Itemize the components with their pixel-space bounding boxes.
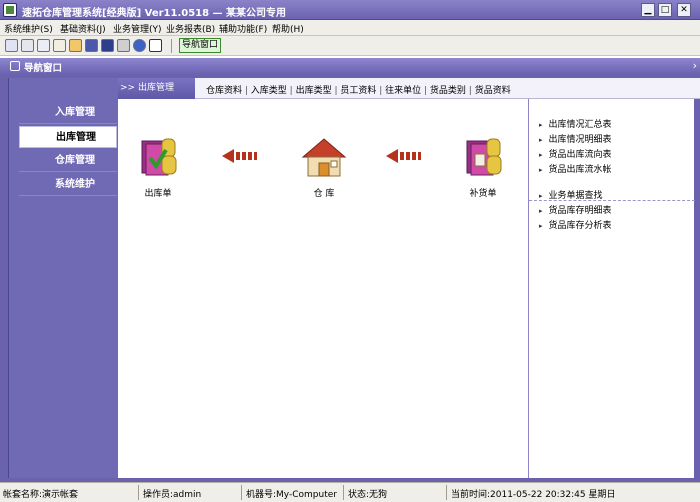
list-icon[interactable]	[21, 39, 34, 52]
outbound-document-icon	[141, 138, 177, 176]
status-separator	[343, 485, 344, 500]
nav-window-icon	[10, 61, 20, 71]
link-goods-data[interactable]: 货品资料	[475, 86, 511, 96]
copy-icon[interactable]	[37, 39, 50, 52]
flow-label-replenish: 补货单	[469, 189, 497, 199]
toolbar-separator	[171, 39, 172, 53]
menu-system-maintenance[interactable]: 系统维护(S)	[4, 22, 53, 35]
report-outbound-flow[interactable]: 货品出库流向表	[539, 147, 612, 160]
nav-window-header: 导航窗口 ›	[0, 58, 700, 74]
link-employee-data[interactable]: 员工资料	[340, 86, 376, 96]
help-icon[interactable]	[133, 39, 146, 52]
warehouse-icon	[301, 138, 347, 177]
status-separator	[241, 485, 242, 500]
sidebar-item-system[interactable]: 系统维护	[19, 174, 117, 196]
arrow-left-icon	[386, 149, 421, 163]
exit-icon[interactable]	[149, 39, 162, 52]
window-title: 速拓仓库管理系统[经典版] Ver11.0518 — 某某公司专用	[22, 8, 287, 19]
sidebar-item-outbound[interactable]: 出库管理	[19, 126, 117, 148]
maximize-button[interactable]: □	[658, 3, 672, 17]
navigation-window: 导航窗口 › 入库管理 出库管理 仓库管理 系统维护 >> 出库管理 仓库资料 …	[0, 58, 700, 482]
status-machine: 机器号:My-Computer	[246, 490, 337, 500]
report-outbound-detail[interactable]: 出库情况明细表	[539, 132, 612, 145]
save-icon[interactable]	[101, 39, 114, 52]
report-document-search[interactable]: 业务单据查找	[539, 188, 603, 201]
link-inbound-type[interactable]: 入库类型	[251, 86, 287, 96]
report-outbound-summary[interactable]: 出库情况汇总表	[539, 117, 612, 130]
report-panel: 出库情况汇总表 出库情况明细表 货品出库流向表 货品出库流水帐 业务单据查找 货…	[528, 78, 695, 478]
flow-node-warehouse[interactable]: 仓 库	[294, 136, 354, 199]
link-goods-category[interactable]: 货品类别	[430, 86, 466, 96]
arrow-left-icon	[222, 149, 257, 163]
menu-bar: 系统维护(S) 基础资料(J) 业务管理(Y) 业务报表(B) 辅助功能(F) …	[0, 20, 700, 36]
status-separator	[446, 485, 447, 500]
nav-window-title: 导航窗口	[24, 63, 63, 74]
flow-node-outbound[interactable]: 出库单	[128, 136, 188, 199]
app-icon	[3, 3, 17, 17]
document-icon[interactable]	[53, 39, 66, 52]
report-stock-analysis[interactable]: 货品库存分析表	[539, 218, 612, 231]
menu-help[interactable]: 帮助(H)	[272, 22, 304, 35]
title-bar: 速拓仓库管理系统[经典版] Ver11.0518 — 某某公司专用 ▁ □ ✕	[0, 0, 700, 20]
status-account: 帐套名称:演示帐套	[3, 490, 79, 500]
report-stock-detail[interactable]: 货品库存明细表	[539, 203, 612, 216]
nav-window-button[interactable]: 导航窗口	[179, 38, 221, 53]
flow-node-replenish[interactable]: 补货单	[453, 136, 513, 199]
disk-icon[interactable]	[85, 39, 98, 52]
replenish-document-icon	[466, 138, 502, 176]
link-warehouse-data[interactable]: 仓库资料	[206, 86, 242, 96]
minimize-button[interactable]: ▁	[641, 3, 655, 17]
printer-icon[interactable]	[117, 39, 130, 52]
status-bar: 帐套名称:演示帐套 操作员:admin 机器号:My-Computer 状态:无…	[0, 482, 700, 502]
status-operator: 操作员:admin	[143, 490, 202, 500]
flow-label-outbound: 出库单	[144, 189, 172, 199]
flow-label-warehouse: 仓 库	[313, 189, 335, 199]
menu-business-reports[interactable]: 业务报表(B)	[166, 22, 215, 35]
grid-icon[interactable]	[5, 39, 18, 52]
report-outbound-ledger[interactable]: 货品出库流水帐	[539, 162, 612, 175]
link-partner-units[interactable]: 往来单位	[385, 86, 421, 96]
sidebar-item-inbound[interactable]: 入库管理	[19, 102, 117, 124]
menu-basic-data[interactable]: 基础资料(J)	[60, 22, 106, 35]
menu-business-management[interactable]: 业务管理(Y)	[113, 22, 162, 35]
status-time: 当前时间:2011-05-22 20:32:45 星期日	[451, 490, 616, 500]
close-button[interactable]: ✕	[677, 3, 691, 17]
users-icon[interactable]	[69, 39, 82, 52]
link-outbound-type[interactable]: 出库类型	[296, 86, 332, 96]
sidebar: 入库管理 出库管理 仓库管理 系统维护	[8, 78, 118, 478]
chevron-right-icon[interactable]: ›	[693, 59, 697, 72]
breadcrumb-current: >> 出库管理	[118, 78, 195, 99]
status-state: 状态:无狗	[348, 490, 388, 500]
menu-auxiliary-functions[interactable]: 辅助功能(F)	[219, 22, 267, 35]
main-panel: 出库单 仓 库 补货单	[118, 78, 528, 478]
sidebar-item-warehouse[interactable]: 仓库管理	[19, 150, 117, 172]
breadcrumb-links: 仓库资料 | 入库类型 | 出库类型 | 员工资料 | 往来单位 | 货品类别 …	[206, 86, 511, 96]
status-separator	[138, 485, 139, 500]
breadcrumb-bar: >> 出库管理 仓库资料 | 入库类型 | 出库类型 | 员工资料 | 往来单位…	[118, 78, 700, 99]
toolbar: 导航窗口	[0, 36, 700, 56]
